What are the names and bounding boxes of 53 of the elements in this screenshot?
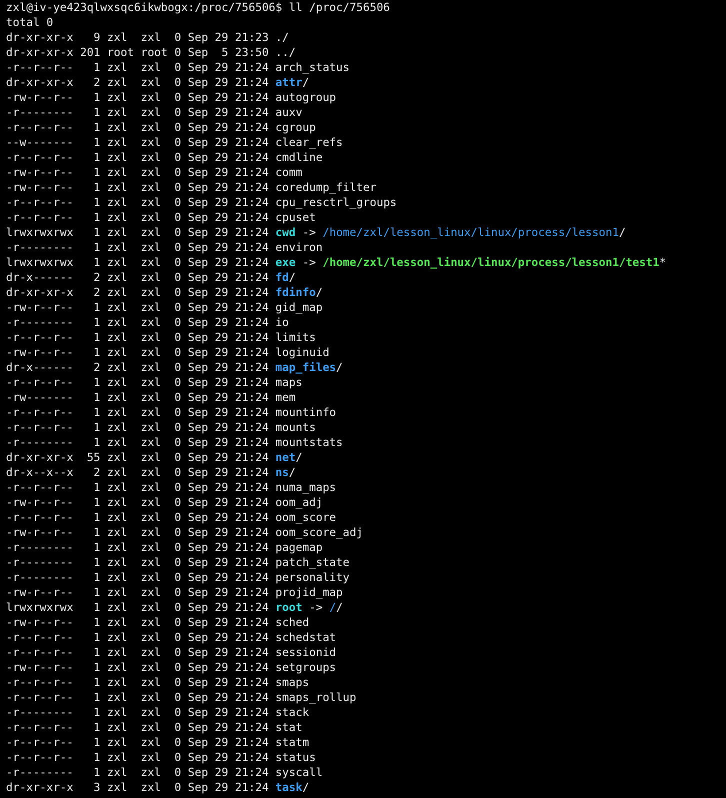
listing-line: -r--r--r-- 1 zxl zxl 0 Sep 29 21:24 statm: [6, 735, 310, 750]
listing-line: -r--r--r-- 1 zxl zxl 0 Sep 29 21:24 numa_maps: [6, 480, 336, 495]
listing-line: -r--r--r-- 1 zxl zxl 0 Sep 29 21:24 schedstat: [6, 630, 336, 645]
total-line: total 0: [6, 15, 54, 30]
listing-line: -r-------- 1 zxl zxl 0 Sep 29 21:24 io: [6, 315, 289, 330]
listing-line: -r--r--r-- 1 zxl zxl 0 Sep 29 21:24 smaps: [6, 675, 310, 690]
listing-line: -r--r--r-- 1 zxl zxl 0 Sep 29 21:24 stat: [6, 720, 302, 735]
listing-line: -rw-r--r-- 1 zxl zxl 0 Sep 29 21:24 oom_adj: [6, 495, 323, 510]
listing-line: -rw------- 1 zxl zxl 0 Sep 29 21:24 mem: [6, 390, 296, 405]
listing-line: -r--r--r-- 1 zxl zxl 0 Sep 29 21:24 cpuset: [6, 210, 316, 225]
listing-line: dr-xr-xr-x 201 root root 0 Sep 5 23:50 ../: [6, 45, 296, 60]
listing-line: -r-------- 1 zxl zxl 0 Sep 29 21:24 pagemap: [6, 540, 323, 555]
listing-line: -r--r--r-- 1 zxl zxl 0 Sep 29 21:24 mounts: [6, 420, 316, 435]
listing-line: -r--r--r-- 1 zxl zxl 0 Sep 29 21:24 smaps_rollup: [6, 690, 356, 705]
listing-line: -r-------- 1 zxl zxl 0 Sep 29 21:24 environ: [6, 240, 323, 255]
listing-line: -r-------- 1 zxl zxl 0 Sep 29 21:24 auxv: [6, 105, 302, 120]
listing-line: -r--r--r-- 1 zxl zxl 0 Sep 29 21:24 status: [6, 750, 316, 765]
listing-line: -r--r--r-- 1 zxl zxl 0 Sep 29 21:24 cpu_resctrl_groups: [6, 195, 397, 210]
listing-line: -r-------- 1 zxl zxl 0 Sep 29 21:24 personality: [6, 570, 350, 585]
listing-line: -r--r--r-- 1 zxl zxl 0 Sep 29 21:24 cmdline: [6, 150, 323, 165]
listing-line: -rw-r--r-- 1 zxl zxl 0 Sep 29 21:24 autogroup: [6, 90, 336, 105]
listing-line: -rw-r--r-- 1 zxl zxl 0 Sep 29 21:24 sched: [6, 615, 310, 630]
listing-line: lrwxrwxrwx 1 zxl zxl 0 Sep 29 21:24 exe -> /home/zxl/lesson_linux/linux/process/lesson1/test1*: [6, 255, 666, 270]
listing-line: dr-xr-xr-x 55 zxl zxl 0 Sep 29 21:24 net/: [6, 450, 302, 465]
listing-line: -rw-r--r-- 1 zxl zxl 0 Sep 29 21:24 loginuid: [6, 345, 330, 360]
listing-line: -r-------- 1 zxl zxl 0 Sep 29 21:24 stack: [6, 705, 310, 720]
listing-line: lrwxrwxrwx 1 zxl zxl 0 Sep 29 21:24 cwd -> /home/zxl/lesson_linux/linux/process/lesson1/: [6, 225, 626, 240]
listing-line: -r--r--r-- 1 zxl zxl 0 Sep 29 21:24 oom_score: [6, 510, 336, 525]
listing-line: -rw-r--r-- 1 zxl zxl 0 Sep 29 21:24 setgroups: [6, 660, 336, 675]
listing-line: -r-------- 1 zxl zxl 0 Sep 29 21:24 syscall: [6, 765, 323, 780]
listing-line: dr-xr-xr-x 3 zxl zxl 0 Sep 29 21:24 task/: [6, 780, 310, 795]
listing-line: -r-------- 1 zxl zxl 0 Sep 29 21:24 patch_state: [6, 555, 350, 570]
listing-line: -r-------- 1 zxl zxl 0 Sep 29 21:24 mountstats: [6, 435, 343, 450]
listing-line: dr-x--x--x 2 zxl zxl 0 Sep 29 21:24 ns/: [6, 465, 296, 480]
listing-line: -r--r--r-- 1 zxl zxl 0 Sep 29 21:24 arch_status: [6, 60, 350, 75]
listing-line: -rw-r--r-- 1 zxl zxl 0 Sep 29 21:24 gid_map: [6, 300, 323, 315]
listing-line: -r--r--r-- 1 zxl zxl 0 Sep 29 21:24 maps: [6, 375, 302, 390]
listing-line: -r--r--r-- 1 zxl zxl 0 Sep 29 21:24 limits: [6, 330, 316, 345]
listing-line: dr-xr-xr-x 9 zxl zxl 0 Sep 29 21:23 ./: [6, 30, 289, 45]
listing-line: -r--r--r-- 1 zxl zxl 0 Sep 29 21:24 sessionid: [6, 645, 336, 660]
listing-line: lrwxrwxrwx 1 zxl zxl 0 Sep 29 21:24 root -> //: [6, 600, 343, 615]
listing-line: dr-x------ 2 zxl zxl 0 Sep 29 21:24 fd/: [6, 270, 296, 285]
listing-line: dr-x------ 2 zxl zxl 0 Sep 29 21:24 map_files/: [6, 360, 343, 375]
listing-line: dr-xr-xr-x 2 zxl zxl 0 Sep 29 21:24 fdinfo/: [6, 285, 323, 300]
listing-line: -r--r--r-- 1 zxl zxl 0 Sep 29 21:24 mountinfo: [6, 405, 336, 420]
listing-line: -r--r--r-- 1 zxl zxl 0 Sep 29 21:24 cgroup: [6, 120, 316, 135]
command-prompt: zxl@iv-ye423qlwxsqc6ikwbogx:/proc/756506$ ll /proc/756506: [6, 0, 390, 15]
listing-line: -rw-r--r-- 1 zxl zxl 0 Sep 29 21:24 coredump_filter: [6, 180, 376, 195]
listing-line: --w------- 1 zxl zxl 0 Sep 29 21:24 clear_refs: [6, 135, 343, 150]
listing-line: -rw-r--r-- 1 zxl zxl 0 Sep 29 21:24 projid_map: [6, 585, 343, 600]
listing-line: dr-xr-xr-x 2 zxl zxl 0 Sep 29 21:24 attr/: [6, 75, 310, 90]
listing-line: -rw-r--r-- 1 zxl zxl 0 Sep 29 21:24 oom_score_adj: [6, 525, 363, 540]
listing-line: -rw-r--r-- 1 zxl zxl 0 Sep 29 21:24 comm: [6, 165, 302, 180]
